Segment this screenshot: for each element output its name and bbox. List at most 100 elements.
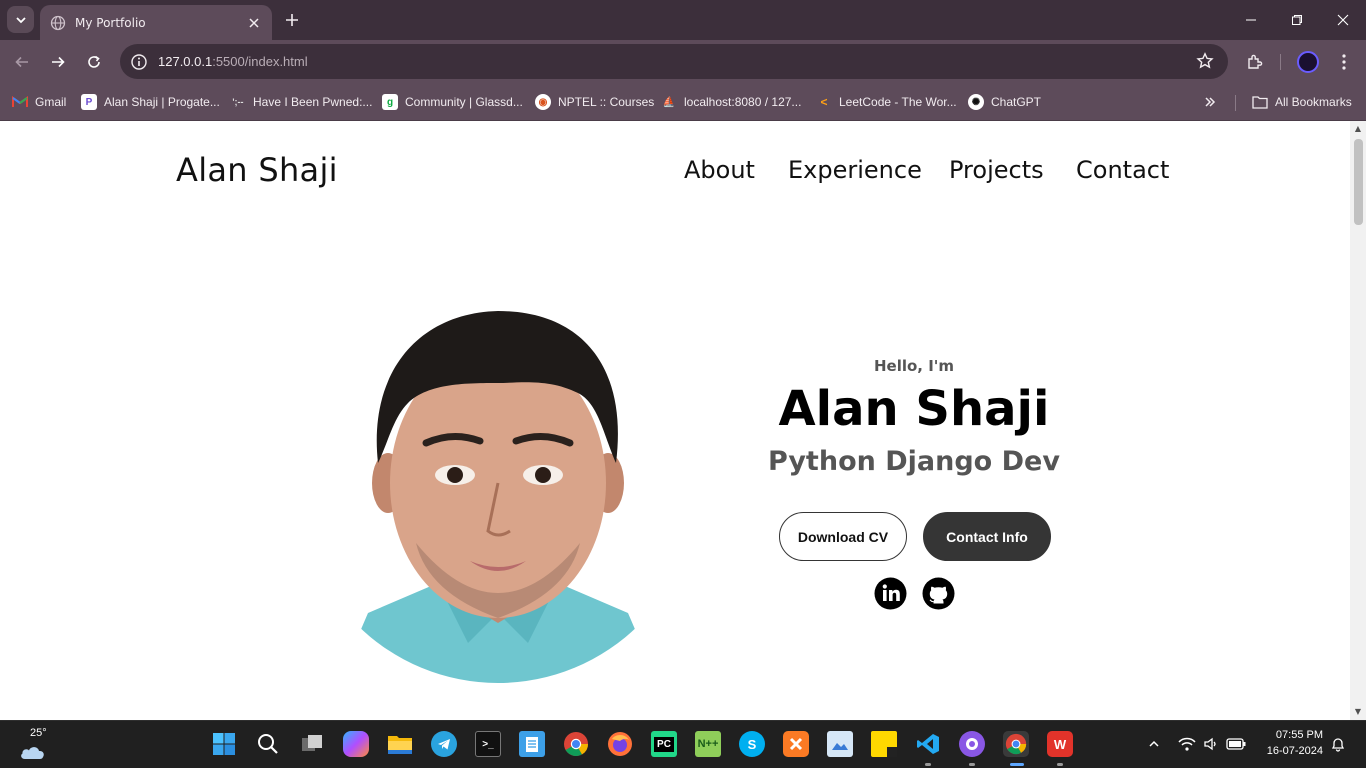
chrome-icon[interactable] [563, 731, 589, 757]
active-indicator [1010, 763, 1024, 766]
forward-button[interactable] [44, 48, 72, 76]
running-indicator [969, 763, 975, 766]
profile-avatar[interactable] [1297, 51, 1319, 73]
bookmark-nptel[interactable]: ◉ NPTEL :: Courses [535, 92, 654, 112]
hibp-icon: ';-- [232, 97, 244, 107]
chrome-profile-icon[interactable] [1003, 731, 1029, 757]
glassdoor-icon: g [382, 94, 398, 110]
pycharm-icon[interactable]: PC [651, 731, 677, 757]
github-icon[interactable] [922, 577, 955, 610]
contact-info-button[interactable]: Contact Info [923, 512, 1051, 561]
arrow-left-icon [15, 56, 28, 68]
wifi-icon[interactable] [1176, 731, 1198, 757]
bookmark-label: Alan Shaji | Progate... [104, 95, 220, 109]
close-icon [1337, 14, 1349, 26]
close-tab-icon[interactable] [246, 15, 262, 31]
windows-taskbar: 25° >_ PC N++ S W 07:55 PM 16-07-2024 [0, 720, 1366, 768]
progate-icon: P [81, 94, 97, 110]
search-icon[interactable] [255, 731, 281, 757]
bookmark-label: ChatGPT [991, 95, 1042, 109]
nav-about[interactable]: About [684, 156, 755, 184]
bookmarks-bar: Gmail P Alan Shaji | Progate... ';-- Hav… [0, 84, 1366, 121]
arrow-right-icon [52, 56, 65, 68]
battery-icon[interactable] [1225, 731, 1247, 757]
restore-button[interactable] [1274, 0, 1320, 40]
new-tab-button[interactable] [280, 8, 304, 32]
phpmyadmin-icon: ⛵ [662, 96, 676, 108]
globe-icon [50, 15, 66, 31]
copilot-icon[interactable] [343, 731, 369, 757]
windows-start-icon[interactable] [211, 731, 237, 757]
github-desktop-icon[interactable] [959, 731, 985, 757]
clock-date[interactable]: 16-07-2024 [1258, 745, 1323, 757]
chevron-up-icon[interactable] [1144, 731, 1164, 757]
notification-bell-icon[interactable] [1328, 731, 1348, 757]
firefox-icon[interactable] [607, 731, 633, 757]
task-view-icon[interactable] [299, 731, 325, 757]
wps-office-icon[interactable]: W [1047, 731, 1073, 757]
sticky-notes-icon[interactable] [871, 731, 897, 757]
site-logo[interactable]: Alan Shaji [176, 151, 338, 189]
hero-name: Alan Shaji [778, 381, 1050, 437]
skype-icon[interactable]: S [739, 731, 765, 757]
browser-toolbar: 127.0.0.1:5500/index.html [0, 40, 1366, 84]
extensions-icon[interactable] [1245, 52, 1265, 72]
hero-role: Python Django Dev [768, 446, 1060, 477]
bookmark-glassdoor[interactable]: g Community | Glassd... [382, 92, 523, 112]
scrollbar-thumb[interactable] [1354, 139, 1363, 225]
url-host: 127.0.0.1 [158, 54, 213, 69]
terminal-icon[interactable]: >_ [475, 731, 501, 757]
browser-tab[interactable]: My Portfolio [40, 5, 272, 40]
chevron-down-icon [15, 16, 26, 23]
bookmark-label: NPTEL :: Courses [558, 95, 655, 109]
clock-time[interactable]: 07:55 PM [1258, 729, 1323, 741]
bookmark-label: Have I Been Pwned:... [253, 95, 373, 109]
linkedin-icon[interactable] [874, 577, 907, 610]
cloud-icon [21, 747, 44, 759]
back-button[interactable] [8, 48, 36, 76]
leetcode-icon: < [820, 95, 828, 109]
url-path: :5500/index.html [212, 54, 308, 69]
nptel-icon: ◉ [535, 94, 551, 110]
notepadpp-icon[interactable]: N++ [695, 731, 721, 757]
photos-icon[interactable] [827, 731, 853, 757]
bookmark-phpmyadmin[interactable]: ⛵ localhost:8080 / 127... [661, 92, 802, 112]
bookmark-progate[interactable]: P Alan Shaji | Progate... [81, 92, 220, 112]
download-cv-button[interactable]: Download CV [779, 512, 907, 561]
gmail-icon [12, 94, 28, 110]
bookmarks-overflow-button[interactable] [1204, 92, 1216, 112]
temperature: 25° [30, 727, 47, 739]
bookmark-hibp[interactable]: ';-- Have I Been Pwned:... [230, 92, 372, 112]
scroll-down-icon[interactable]: ▼ [1354, 708, 1362, 716]
site-info-icon[interactable] [130, 53, 148, 71]
weather-widget[interactable]: 25° [18, 727, 50, 761]
tab-search-button[interactable] [7, 6, 34, 33]
bookmark-star-icon[interactable] [1196, 52, 1214, 70]
page-scrollbar[interactable]: ▲ ▼ [1350, 121, 1366, 720]
address-bar[interactable]: 127.0.0.1:5500/index.html [120, 44, 1228, 79]
notepad-icon[interactable] [519, 731, 545, 757]
vscode-icon[interactable] [915, 731, 941, 757]
bookmark-gmail[interactable]: Gmail [12, 92, 66, 112]
toolbar-divider [1280, 54, 1281, 70]
xampp-icon[interactable] [783, 731, 809, 757]
nav-contact[interactable]: Contact [1076, 156, 1169, 184]
telegram-icon[interactable] [431, 731, 457, 757]
file-explorer-icon[interactable] [387, 731, 413, 757]
more-menu-icon[interactable] [1334, 52, 1354, 72]
browser-tab-bar: My Portfolio [0, 0, 1366, 40]
volume-icon[interactable] [1200, 731, 1222, 757]
minimize-button[interactable] [1228, 0, 1274, 40]
all-bookmarks-button[interactable]: All Bookmarks [1252, 92, 1352, 112]
reload-icon [88, 55, 100, 68]
scroll-up-icon[interactable]: ▲ [1354, 125, 1362, 133]
nav-experience[interactable]: Experience [788, 156, 922, 184]
bookmark-chatgpt[interactable]: ✺ ChatGPT [968, 92, 1041, 112]
reload-button[interactable] [80, 48, 108, 76]
bookmark-label: Gmail [35, 95, 67, 109]
running-indicator [1057, 763, 1063, 766]
close-window-button[interactable] [1320, 0, 1366, 40]
nav-projects[interactable]: Projects [949, 156, 1044, 184]
folder-icon [1252, 94, 1268, 110]
bookmark-leetcode[interactable]: < LeetCode - The Wor... [816, 92, 956, 112]
